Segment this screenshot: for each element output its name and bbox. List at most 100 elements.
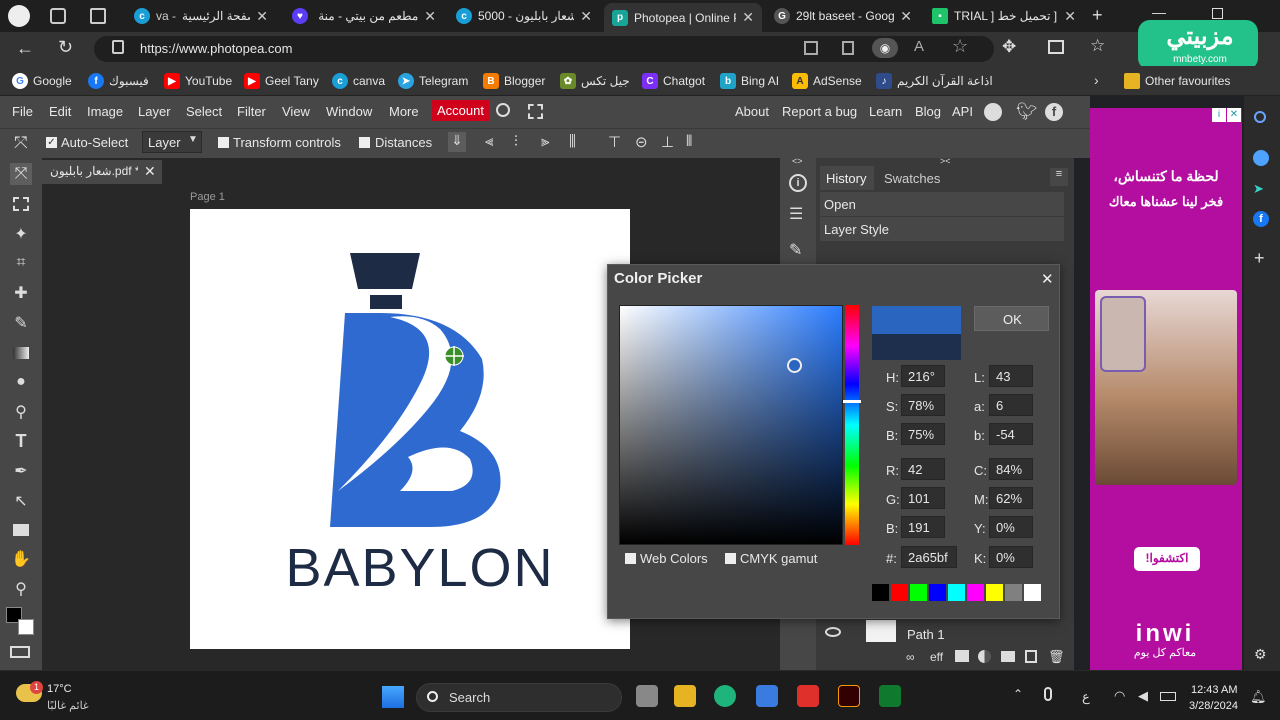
favorites-icon[interactable]: ☆ [1090, 36, 1105, 56]
wifi-icon[interactable]: ◠ [1114, 688, 1125, 704]
browser-tab[interactable]: c va - الصفحة الرئيسية ✕ [126, 3, 276, 29]
hex-field[interactable]: 2a65bf [901, 546, 957, 568]
search-icon[interactable] [496, 103, 510, 117]
menu-filter[interactable]: Filter [237, 104, 266, 119]
workspaces-icon[interactable] [50, 8, 66, 24]
facebook-icon[interactable]: f [1045, 103, 1063, 121]
maximize-icon[interactable] [1212, 8, 1223, 19]
minimize-icon[interactable]: — [1152, 4, 1166, 20]
pen-tool-icon[interactable]: ✒ [10, 460, 32, 482]
close-tab-icon[interactable]: ✕ [1064, 8, 1076, 25]
favorite-telegram[interactable]: ➤ Telegram [398, 72, 468, 90]
start-windows-icon[interactable] [382, 686, 404, 708]
facebook-icon[interactable]: f [1253, 211, 1269, 227]
favorite-star-icon[interactable]: ☆ [952, 36, 968, 57]
browser-tab[interactable]: ▪ TRIAL ] تحميل خط ] ✕ [924, 3, 1084, 29]
delete-layer-icon[interactable]: 🗑︎ [1048, 649, 1065, 665]
canvas[interactable]: BABYLON [190, 209, 630, 649]
lab-l-field[interactable]: 43 [989, 365, 1033, 387]
brush-tool-icon[interactable]: ✎ [10, 312, 32, 334]
menu-file[interactable]: File [12, 104, 33, 119]
hue-field[interactable]: 216° [901, 365, 945, 387]
hue-slider[interactable] [845, 305, 859, 545]
gradient-tool-icon[interactable] [10, 342, 32, 364]
menu-image[interactable]: Image [87, 104, 123, 119]
ad-close-icon[interactable]: ✕ [1227, 108, 1241, 122]
file-explorer-icon[interactable] [674, 685, 696, 707]
favorite-geel-tany[interactable]: ▶ Geel Tany [244, 72, 319, 90]
swatch-yellow[interactable] [986, 584, 1003, 601]
brush-panel-icon[interactable]: ✎ [789, 240, 802, 260]
close-tab-icon[interactable]: ✕ [900, 8, 912, 25]
more-favorites-icon[interactable]: › [1094, 72, 1099, 88]
refresh-icon[interactable]: ↻ [58, 37, 73, 58]
menu-account[interactable]: Account [432, 100, 489, 121]
blue-field[interactable]: 191 [901, 516, 945, 538]
twitter-icon[interactable]: 🐦︎ [1016, 102, 1038, 122]
task-view-icon[interactable] [636, 685, 658, 707]
menu-learn[interactable]: Learn [869, 104, 902, 119]
align-left-icon[interactable]: ⫷ [485, 133, 493, 150]
black-field[interactable]: 0% [989, 546, 1033, 568]
green-field[interactable]: 101 [901, 487, 945, 509]
app-available-icon[interactable] [804, 41, 818, 55]
favorite-facebook[interactable]: f فيسبوك [88, 72, 149, 90]
shape-tool-icon[interactable] [10, 519, 32, 541]
profile-avatar[interactable] [8, 5, 30, 27]
menu-more[interactable]: More [389, 104, 419, 119]
red-field[interactable]: 42 [901, 458, 945, 480]
panel-menu-icon[interactable]: ≡ [1050, 168, 1068, 186]
swatch-red[interactable] [891, 584, 908, 601]
input-language[interactable]: ع [1082, 689, 1090, 705]
yellow-field[interactable]: 0% [989, 516, 1033, 538]
auto-select-checkbox[interactable]: ✓ [46, 137, 57, 148]
swatch-gray[interactable] [1005, 584, 1022, 601]
new-tab-icon[interactable]: + [1092, 5, 1103, 26]
background-color[interactable] [18, 619, 34, 635]
distances-checkbox[interactable] [359, 137, 370, 148]
tab-swatches[interactable]: Swatches [884, 171, 940, 186]
weather-desc[interactable]: غائم غالبًا [47, 699, 89, 712]
battery-icon[interactable] [1160, 692, 1176, 701]
web-colors-checkbox[interactable] [625, 553, 636, 564]
split-screen-icon[interactable] [1048, 40, 1064, 54]
fullscreen-icon[interactable] [528, 104, 543, 119]
clock-date[interactable]: 3/28/2024 [1189, 700, 1238, 712]
weather-temp[interactable]: 17°C [47, 683, 72, 695]
align-middle-icon[interactable]: ⊝ [635, 133, 648, 151]
favorite-blogger[interactable]: B Blogger [483, 72, 545, 90]
lab-a-field[interactable]: 6 [989, 394, 1033, 416]
menu-edit[interactable]: Edit [49, 104, 71, 119]
brightness-field[interactable]: 75% [901, 423, 945, 445]
swatch-black[interactable] [872, 584, 889, 601]
taskbar-search[interactable] [416, 683, 622, 712]
volume-icon[interactable]: ◀ [1138, 688, 1148, 704]
favorite-youtube[interactable]: ▶ YouTube [164, 72, 232, 90]
microphone-icon[interactable] [1044, 687, 1052, 701]
browser-tab-active[interactable]: p Photopea | Online P ✕ [604, 3, 762, 32]
cmyk-gamut-checkbox[interactable] [725, 553, 736, 564]
crop-tool-icon[interactable]: ⌗ [10, 252, 32, 274]
swatch-blue[interactable] [929, 584, 946, 601]
show-hidden-icons[interactable]: ⌃ [1013, 687, 1023, 701]
quick-mask-icon[interactable] [10, 646, 30, 658]
read-aloud-icon[interactable]: A [914, 38, 924, 55]
page-icon[interactable] [842, 41, 854, 55]
store-icon[interactable] [756, 685, 778, 707]
sidebar-settings-icon[interactable]: ⚙ [1254, 646, 1267, 663]
menu-layer[interactable]: Layer [138, 104, 171, 119]
favorite-bing-ai[interactable]: b Bing AI [720, 72, 779, 90]
magenta-field[interactable]: 62% [989, 487, 1033, 509]
collapse-arrows-icon[interactable]: <> [792, 156, 803, 166]
menu-select[interactable]: Select [186, 104, 222, 119]
tracking-prevention-icon[interactable]: ◉ [872, 38, 898, 58]
swatch-white[interactable] [1024, 584, 1041, 601]
url-text[interactable]: https://www.photopea.com [140, 41, 292, 56]
type-tool-icon[interactable]: T [10, 430, 32, 452]
close-document-icon[interactable]: ✕ [144, 163, 156, 180]
menu-api[interactable]: API [952, 104, 973, 119]
group-folder-icon[interactable] [1001, 651, 1015, 662]
zoom-tool-icon[interactable]: ⚲ [10, 578, 32, 600]
align-top-icon[interactable]: ⊤ [608, 133, 621, 151]
marquee-tool-icon[interactable] [10, 193, 32, 215]
